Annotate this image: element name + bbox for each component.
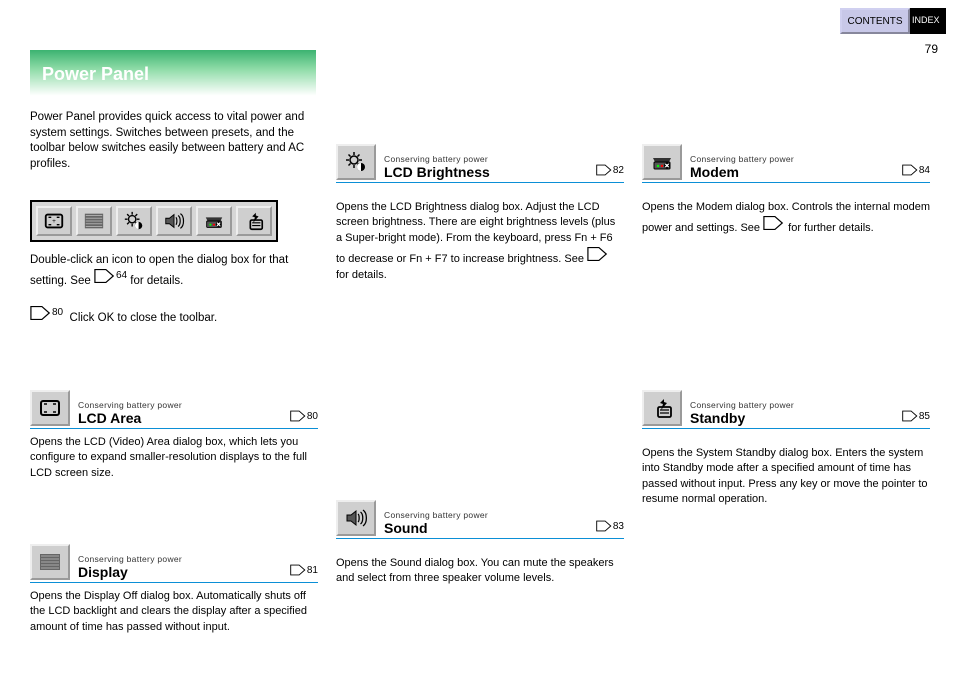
standby-icon xyxy=(242,210,266,232)
page-ref-80[interactable]: 80 xyxy=(290,406,318,426)
sound-icon xyxy=(336,500,376,536)
sound-button[interactable] xyxy=(156,206,192,236)
brightness-icon xyxy=(336,144,376,180)
section-brightness: Conserving battery power LCD Brightness … xyxy=(336,144,624,183)
page-ref-84[interactable]: 84 xyxy=(902,160,930,180)
modem-icon xyxy=(202,210,226,232)
page-ref-80-inline[interactable]: 80 xyxy=(30,305,63,321)
lcd-area-button[interactable]: + xyxy=(36,206,72,236)
index-button[interactable]: INDEX xyxy=(910,8,946,34)
intro-text: Power Panel provides quick access to vit… xyxy=(30,110,316,172)
display-icon xyxy=(30,544,70,580)
lcd-area-icon xyxy=(30,390,70,426)
section-body: Opens the System Standby dialog box. Ent… xyxy=(642,446,930,508)
section-body: Opens the LCD Brightness dialog box. Adj… xyxy=(336,200,624,283)
page-ref-64[interactable]: 64 xyxy=(94,268,127,284)
page-ref-81[interactable]: 81 xyxy=(290,560,318,580)
section-body: Opens the Display Off dialog box. Automa… xyxy=(30,589,318,635)
lcd-area-icon: + xyxy=(42,210,66,232)
svg-text:+: + xyxy=(52,218,56,225)
brightness-button[interactable] xyxy=(116,206,152,236)
contents-button[interactable]: CONTENTS xyxy=(840,8,910,34)
standby-icon xyxy=(642,390,682,426)
section-title: Display xyxy=(78,564,282,580)
section-title: Sound xyxy=(384,520,588,536)
page-title: Power Panel xyxy=(30,50,316,98)
page-ref-83[interactable]: 83 xyxy=(596,516,624,536)
section-standby: Conserving battery power Standby 85 xyxy=(642,390,930,429)
section-title: LCD Area xyxy=(78,410,282,426)
section-title: Standby xyxy=(690,410,894,426)
sound-icon xyxy=(162,210,186,232)
section-body: Opens the Modem dialog box. Controls the… xyxy=(642,200,930,237)
display-button[interactable] xyxy=(76,206,112,236)
standby-button[interactable] xyxy=(236,206,272,236)
section-lcd-area: Conserving battery power LCD Area 80 Ope… xyxy=(30,390,318,481)
modem-button[interactable] xyxy=(196,206,232,236)
section-title: Modem xyxy=(690,164,894,180)
top-nav: CONTENTS INDEX xyxy=(840,8,946,34)
page-ref-inline[interactable] xyxy=(587,246,609,262)
power-panel-toolbar: + xyxy=(30,200,278,242)
page-ref-85[interactable]: 85 xyxy=(902,406,930,426)
section-display: Conserving battery power Display 81 Open… xyxy=(30,544,318,635)
section-title: LCD Brightness xyxy=(384,164,588,180)
page-ref-inline[interactable] xyxy=(763,215,785,231)
toolbar-description: Double-click an icon to open the dialog … xyxy=(30,252,316,326)
section-sound: Conserving battery power Sound 83 xyxy=(336,500,624,539)
brightness-icon xyxy=(122,210,146,232)
section-modem: Conserving battery power Modem 84 xyxy=(642,144,930,183)
display-icon xyxy=(82,210,106,232)
section-body: Opens the LCD (Video) Area dialog box, w… xyxy=(30,435,318,481)
section-body: Opens the Sound dialog box. You can mute… xyxy=(336,556,624,587)
modem-icon xyxy=(642,144,682,180)
page-number: 79 xyxy=(925,42,938,56)
page-ref-82[interactable]: 82 xyxy=(596,160,624,180)
